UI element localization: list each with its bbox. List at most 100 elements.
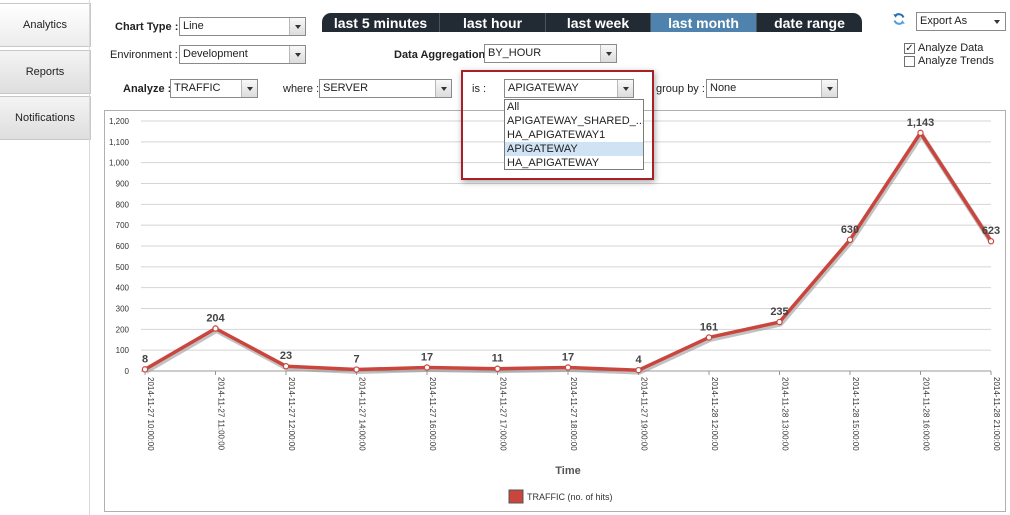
legend-label: TRAFFIC (no. of hits) [527, 492, 613, 502]
chart-type-select[interactable]: Line [179, 17, 306, 36]
range-tab-label: last week [566, 14, 630, 31]
nav-tab-label: Notifications [15, 112, 75, 124]
legend-swatch [508, 489, 524, 504]
range-tab-last-5-minutes[interactable]: last 5 minutes [322, 13, 440, 32]
data-point [141, 366, 149, 373]
data-point [423, 364, 431, 371]
data-aggregation-select[interactable]: BY_HOUR [484, 44, 617, 63]
environment-value: Development [183, 48, 248, 60]
analyze-value: TRAFFIC [174, 82, 221, 94]
chevron-down-icon[interactable] [241, 80, 257, 97]
data-label: 161 [700, 321, 718, 333]
chart-type-label: Chart Type : [115, 21, 179, 33]
analyze-data-checkbox[interactable]: ✓ [904, 43, 915, 54]
nav-tab-analytics[interactable]: Analytics [0, 3, 91, 47]
x-tick-label: 2014-11-27 18:00:00 [569, 377, 578, 451]
data-point [635, 366, 642, 374]
x-tick-label: 2014-11-27 16:00:00 [428, 377, 437, 451]
range-tab-date-range[interactable]: date range [757, 13, 862, 32]
data-label: 630 [841, 224, 859, 236]
data-label: 1,143 [907, 117, 935, 129]
data-label: 235 [770, 306, 788, 318]
nav-tab-label: Analytics [22, 19, 68, 31]
data-point [987, 238, 995, 245]
x-tick-label: 2014-11-27 12:00:00 [287, 377, 296, 451]
y-tick-label: 1,000 [109, 159, 130, 168]
data-label: 17 [562, 351, 574, 363]
dropdown-option-apigateway-shared[interactable]: APIGATEWAY_SHARED_... [505, 114, 643, 128]
data-point [846, 236, 854, 243]
x-tick-label: 2014-11-27 14:00:00 [358, 377, 367, 451]
y-tick-label: 800 [116, 200, 130, 209]
range-tab-last-month[interactable]: last month [651, 13, 757, 32]
data-point [353, 366, 360, 373]
y-tick-label: 700 [116, 221, 130, 230]
chevron-down-icon[interactable] [435, 80, 451, 97]
y-tick-label: 200 [116, 325, 130, 334]
chart-type-value: Line [183, 20, 204, 32]
where-select[interactable]: SERVER [319, 79, 452, 98]
x-tick-label: 2014-11-28 12:00:00 [710, 377, 719, 451]
is-dropdown-list[interactable]: All APIGATEWAY_SHARED_... HA_APIGATEWAY1… [504, 99, 644, 170]
where-label: where : [283, 83, 320, 95]
x-tick-label: 2014-11-27 10:00:00 [146, 377, 155, 451]
nav-tab-reports[interactable]: Reports [0, 50, 91, 94]
chevron-down-icon[interactable] [821, 80, 837, 97]
data-point [494, 365, 501, 372]
y-tick-label: 100 [116, 346, 130, 355]
y-tick-label: 400 [116, 284, 130, 293]
chevron-down-icon[interactable] [289, 18, 305, 35]
dropdown-option-all[interactable]: All [505, 100, 643, 114]
x-axis-title: Time [555, 465, 580, 477]
chevron-down-icon[interactable] [989, 13, 1005, 30]
nav-tab-notifications[interactable]: Notifications [0, 96, 91, 140]
analyze-data-label: Analyze Data [918, 42, 984, 54]
range-tab-last-hour[interactable]: last hour [440, 13, 546, 32]
y-tick-label: 1,200 [109, 117, 130, 126]
data-point [917, 129, 924, 137]
range-tab-label: last 5 minutes [333, 14, 428, 31]
data-point [564, 364, 572, 371]
data-aggregation-value: BY_HOUR [488, 47, 542, 59]
data-point [776, 318, 783, 326]
export-as-select[interactable]: Export As [916, 12, 1006, 31]
nav-divider [89, 0, 90, 515]
data-point [282, 363, 290, 370]
data-label: 23 [280, 350, 292, 362]
analyze-trends-checkbox[interactable] [904, 56, 915, 67]
y-tick-label: 0 [125, 367, 130, 376]
environment-label: Environment : [110, 49, 178, 61]
group-by-label: group by : [656, 83, 705, 95]
data-label: 4 [635, 354, 642, 366]
environment-select[interactable]: Development [179, 45, 306, 64]
y-tick-label: 1,100 [109, 138, 130, 147]
group-by-select[interactable]: None [706, 79, 838, 98]
y-tick-label: 600 [116, 242, 130, 251]
range-tab-label: last month [668, 14, 739, 31]
range-tab-label: date range [774, 14, 845, 31]
x-tick-label: 2014-11-27 19:00:00 [640, 377, 649, 451]
dropdown-option-apigateway[interactable]: APIGATEWAY [505, 142, 643, 156]
range-tab-last-week[interactable]: last week [546, 13, 651, 32]
chevron-down-icon[interactable] [600, 45, 616, 62]
x-tick-label: 2014-11-28 21:00:00 [992, 377, 1001, 451]
data-point [705, 334, 713, 341]
data-label: 204 [206, 313, 225, 325]
x-tick-label: 2014-11-28 15:00:00 [851, 377, 860, 451]
data-label: 11 [492, 353, 504, 365]
y-tick-label: 300 [116, 305, 130, 314]
analyze-select[interactable]: TRAFFIC [170, 79, 258, 98]
chevron-down-icon[interactable] [289, 46, 305, 63]
refresh-icon[interactable] [892, 12, 906, 26]
dropdown-option-ha-apigateway1[interactable]: HA_APIGATEWAY1 [505, 128, 643, 142]
x-tick-label: 2014-11-28 13:00:00 [781, 377, 790, 451]
y-tick-label: 900 [116, 180, 130, 189]
data-label: 8 [142, 353, 148, 365]
where-value: SERVER [323, 82, 369, 94]
data-label: 623 [982, 225, 1000, 237]
dropdown-option-ha-apigateway[interactable]: HA_APIGATEWAY [505, 156, 643, 170]
data-label: 7 [353, 354, 359, 366]
x-tick-label: 2014-11-27 17:00:00 [499, 377, 508, 451]
data-point [212, 325, 219, 332]
export-as-label: Export As [920, 15, 968, 27]
